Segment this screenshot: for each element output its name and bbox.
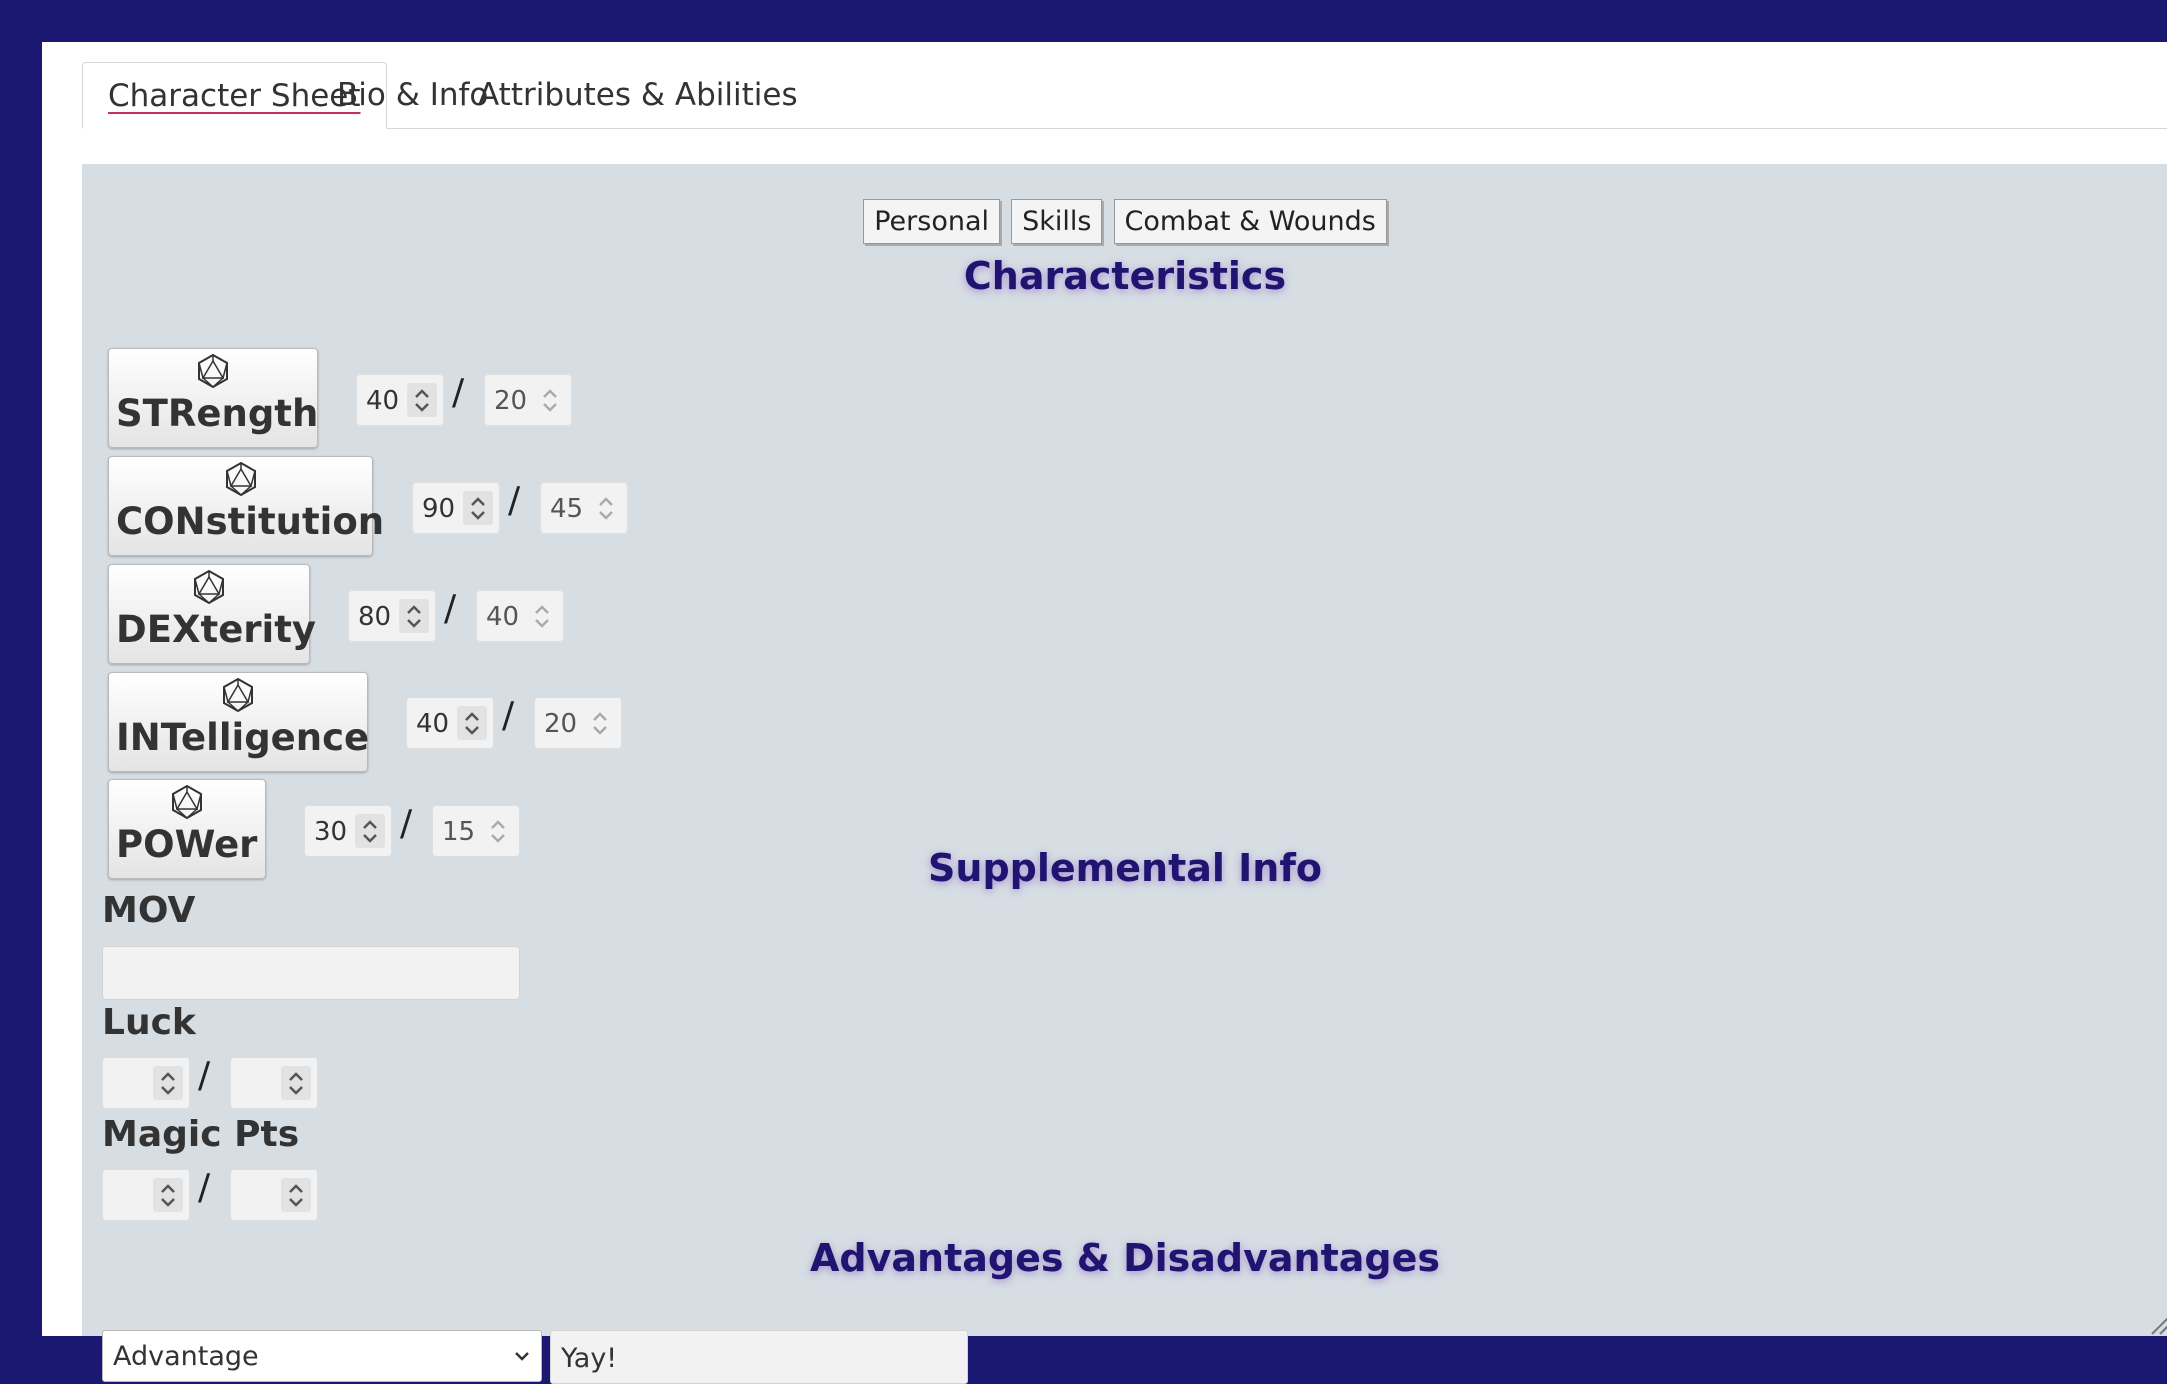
spinner-arrows-icon — [599, 497, 613, 520]
sheet-window: Character Sheet Bio & Info Attributes & … — [42, 42, 2167, 1384]
constitution-roll-button[interactable]: CONstitution — [108, 456, 384, 556]
skills-button[interactable]: Skills — [1011, 199, 1103, 244]
tab-label: Attributes & Abilities — [478, 77, 798, 113]
spinner-arrows-icon[interactable] — [355, 814, 385, 848]
description-text: Yay! — [561, 1343, 618, 1374]
character-sheet-panel: Personal Skills Combat & Wounds Characte… — [82, 164, 2167, 1384]
section-nav: Personal Skills Combat & Wounds — [82, 199, 2167, 244]
separator: / — [444, 588, 457, 629]
d20-icon — [198, 353, 228, 389]
value-text: 40 — [366, 386, 400, 416]
spinner-arrows-icon[interactable] — [407, 383, 437, 417]
value-text: 90 — [422, 494, 456, 524]
magic-pts-label: Magic Pts — [102, 1114, 300, 1155]
separator: / — [198, 1167, 211, 1208]
combat-wounds-button[interactable]: Combat & Wounds — [1113, 199, 1387, 244]
spinner-arrows-icon — [535, 605, 549, 628]
dexterity-roll-button[interactable]: DEXterity — [108, 564, 316, 664]
resize-handle-icon[interactable] — [2148, 1312, 2167, 1336]
characteristic-label: DEXterity — [116, 608, 317, 651]
value-text: 15 — [442, 817, 476, 847]
separator: / — [452, 372, 465, 413]
value-text: 40 — [416, 709, 450, 739]
d20-icon — [172, 784, 202, 820]
separator: / — [198, 1055, 211, 1096]
value-text: 20 — [544, 709, 578, 739]
spinner-arrows-icon — [593, 712, 607, 735]
spinner-arrows-icon[interactable] — [463, 491, 493, 525]
dexterity-value-input[interactable]: 80 — [348, 590, 436, 642]
advantage-type-select[interactable]: Advantage — [102, 1330, 542, 1382]
value-text: 45 — [550, 494, 584, 524]
advantage-description-input[interactable]: Yay! — [550, 1330, 968, 1384]
value-text: 40 — [486, 602, 520, 632]
value-text: 80 — [358, 602, 392, 632]
spinner-arrows-icon[interactable] — [153, 1178, 183, 1212]
luck-max-input[interactable] — [230, 1057, 318, 1109]
separator: / — [502, 695, 515, 736]
d20-icon — [225, 461, 256, 497]
magic-current-input[interactable] — [102, 1169, 190, 1221]
mov-label: MOV — [102, 890, 196, 931]
spinner-arrows-icon[interactable] — [457, 706, 487, 740]
characteristics-heading: Characteristics — [963, 254, 1287, 298]
tab-bar: Character Sheet Bio & Info Attributes & … — [82, 62, 2167, 129]
luck-label: Luck — [102, 1002, 196, 1043]
spinner-arrows-icon — [491, 820, 505, 843]
value-text: 30 — [314, 817, 348, 847]
chevron-down-icon — [515, 1352, 529, 1361]
spinner-arrows-icon[interactable] — [281, 1178, 311, 1212]
supplemental-heading: Supplemental Info — [928, 846, 1322, 890]
personal-button[interactable]: Personal — [863, 199, 1000, 244]
d20-icon — [223, 677, 253, 713]
d20-icon — [194, 569, 224, 605]
strength-half-input: 20 — [484, 374, 572, 426]
characteristic-label: CONstitution — [116, 500, 385, 543]
spinner-arrows-icon[interactable] — [399, 599, 429, 633]
tab-attributes-abilities[interactable]: Attributes & Abilities — [453, 62, 823, 128]
intelligence-half-input: 20 — [534, 697, 622, 749]
constitution-value-input[interactable]: 90 — [412, 482, 500, 534]
dexterity-half-input: 40 — [476, 590, 564, 642]
luck-current-input[interactable] — [102, 1057, 190, 1109]
value-text: 20 — [494, 386, 528, 416]
mov-input[interactable] — [102, 946, 520, 1000]
characteristic-label: STRength — [116, 392, 319, 435]
advantages-heading: Advantages & Disadvantages — [810, 1236, 1440, 1280]
magic-max-input[interactable] — [230, 1169, 318, 1221]
separator: / — [400, 803, 413, 844]
spinner-arrows-icon — [543, 389, 557, 412]
constitution-half-input: 45 — [540, 482, 628, 534]
spinner-arrows-icon[interactable] — [153, 1066, 183, 1100]
select-value: Advantage — [113, 1341, 259, 1372]
strength-roll-button[interactable]: STRength — [108, 348, 318, 448]
spinner-arrows-icon[interactable] — [281, 1066, 311, 1100]
separator: / — [508, 480, 521, 521]
characteristic-label: INTelligence — [116, 716, 370, 759]
intelligence-value-input[interactable]: 40 — [406, 697, 494, 749]
strength-value-input[interactable]: 40 — [356, 374, 444, 426]
intelligence-roll-button[interactable]: INTelligence — [108, 672, 370, 772]
